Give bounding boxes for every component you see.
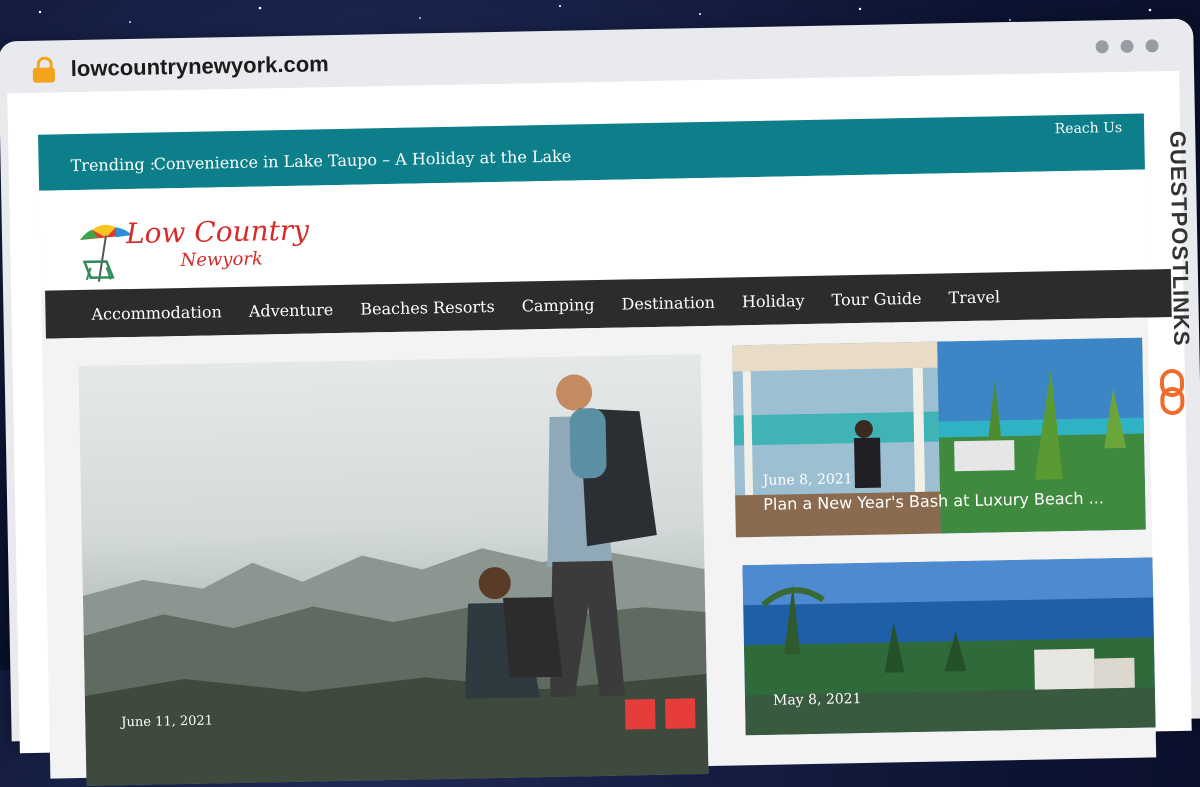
dot-icon (1120, 39, 1134, 53)
url-text[interactable]: lowcountrynewyork.com (71, 51, 329, 82)
nav-item-tour-guide[interactable]: Tour Guide (831, 288, 921, 309)
lock-icon (32, 56, 56, 83)
browser-frame: lowcountrynewyork.com GUESTPOSTLINKS Tre… (0, 18, 1200, 786)
post-card[interactable]: May 8, 2021 (742, 557, 1156, 736)
nav-item-adventure[interactable]: Adventure (249, 300, 334, 321)
nav-item-camping[interactable]: Camping (522, 295, 595, 315)
window-menu-dots[interactable] (1095, 39, 1159, 54)
nav-item-beaches-resorts[interactable]: Beaches Resorts (360, 297, 495, 319)
website: Trending : Convenience in Lake Taupo – A… (38, 113, 1172, 786)
hero-post-date: June 11, 2021 (121, 713, 214, 731)
nav-item-accommodation[interactable]: Accommodation (91, 302, 222, 323)
logo-title: Low Country (125, 213, 310, 251)
link-logo-icon (1159, 369, 1185, 416)
post-date: June 8, 2021 (762, 471, 853, 489)
hero-slider[interactable]: June 11, 2021 (78, 354, 709, 786)
post-date: May 8, 2021 (772, 691, 862, 709)
slider-controls (625, 698, 696, 730)
site-logo[interactable]: Low Country Newyork (76, 214, 309, 288)
slider-next-button[interactable] (664, 698, 696, 729)
dot-icon (1095, 40, 1109, 54)
nav-item-travel[interactable]: Travel (948, 287, 1000, 307)
browser-window: lowcountrynewyork.com GUESTPOSTLINKS Tre… (0, 0, 1200, 786)
nav-item-holiday[interactable]: Holiday (742, 291, 805, 311)
logo-subtitle: Newyork (180, 248, 264, 272)
dot-icon (1145, 39, 1159, 53)
page-viewport: GUESTPOSTLINKS Trending : Convenience in… (7, 70, 1194, 786)
featured-content: June 11, 2021 June 8, 2021 Plan a New Ye… (41, 317, 1157, 786)
trending-headline-link[interactable]: Convenience in Lake Taupo – A Holiday at… (153, 147, 571, 174)
trending-label: Trending : (70, 154, 156, 176)
reach-us-link[interactable]: Reach Us (1055, 120, 1123, 137)
post-card[interactable]: June 8, 2021 Plan a New Year's Bash at L… (732, 337, 1146, 538)
nav-item-destination[interactable]: Destination (621, 292, 715, 313)
post-image (742, 557, 1156, 736)
slider-prev-button[interactable] (625, 699, 656, 730)
